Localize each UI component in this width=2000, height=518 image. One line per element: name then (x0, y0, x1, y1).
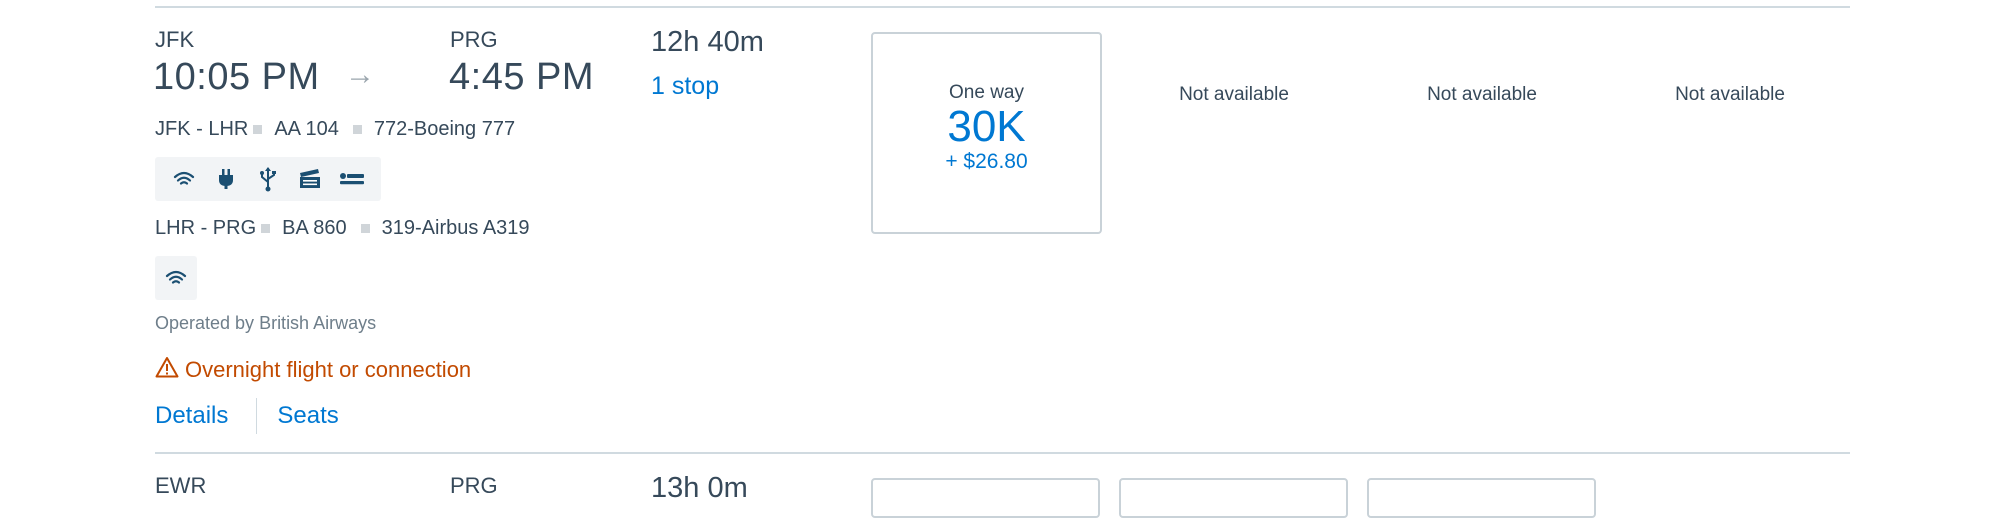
fare-card-main-cabin[interactable]: One way 30K + $26.80 (871, 32, 1102, 234)
fare-card[interactable] (1119, 478, 1348, 518)
fare-not-available: Not available (1179, 84, 1289, 105)
fare-tax: + $26.80 (945, 150, 1028, 173)
flight-actions: Details Seats (155, 398, 339, 434)
segment-flight-number: BA 860 (282, 217, 347, 239)
seats-link[interactable]: Seats (277, 402, 338, 430)
stops-link[interactable]: 1 stop (651, 72, 719, 101)
fare-miles: 30K (947, 102, 1026, 151)
separator-square (360, 224, 370, 233)
power-plug-icon (205, 157, 247, 201)
segment-info: JFK - LHR AA 104 772-Boeing 777 (155, 118, 515, 141)
entertainment-icon (289, 157, 331, 201)
separator-square (261, 224, 271, 233)
fare-not-available: Not available (1675, 84, 1785, 105)
destination-code: PRG (450, 473, 498, 498)
row-divider-top (155, 6, 1850, 8)
row-divider (155, 452, 1850, 454)
fare-not-available: Not available (1427, 84, 1537, 105)
lie-flat-seat-icon (331, 157, 373, 201)
warning-triangle-icon (155, 356, 179, 384)
segment-route: LHR - PRG (155, 217, 257, 239)
segment-info: LHR - PRG BA 860 319-Airbus A319 (155, 217, 530, 240)
wifi-icon (155, 256, 197, 300)
flight-duration: 13h 0m (651, 472, 748, 504)
link-separator (256, 398, 258, 434)
operated-by-text: Operated by British Airways (155, 313, 377, 333)
usb-icon (247, 157, 289, 201)
fare-card[interactable] (871, 478, 1100, 518)
arrival-time: 4:45 PM (449, 56, 595, 98)
details-link[interactable]: Details (155, 402, 228, 430)
amenities-bar (155, 157, 381, 201)
separator-square (352, 125, 362, 134)
origin-code: EWR (155, 473, 207, 498)
segment-route: JFK - LHR (155, 118, 249, 140)
flight-duration: 12h 40m (651, 26, 764, 58)
warning-text: Overnight flight or connection (185, 357, 472, 382)
segment-aircraft: 319-Airbus A319 (381, 217, 530, 239)
fare-card[interactable] (1367, 478, 1596, 518)
segment-aircraft: 772-Boeing 777 (373, 118, 516, 140)
departure-time: 10:05 PM (153, 56, 320, 98)
destination-code: PRG (450, 27, 498, 52)
wifi-icon (163, 157, 205, 201)
amenities-bar (155, 256, 197, 300)
fare-type-label: One way (949, 82, 1024, 103)
origin-code: JFK (155, 27, 195, 52)
arrow-right-icon: → (345, 58, 375, 91)
overnight-warning: Overnight flight or connection (155, 356, 471, 384)
segment-flight-number: AA 104 (274, 118, 339, 140)
separator-square (253, 125, 263, 134)
